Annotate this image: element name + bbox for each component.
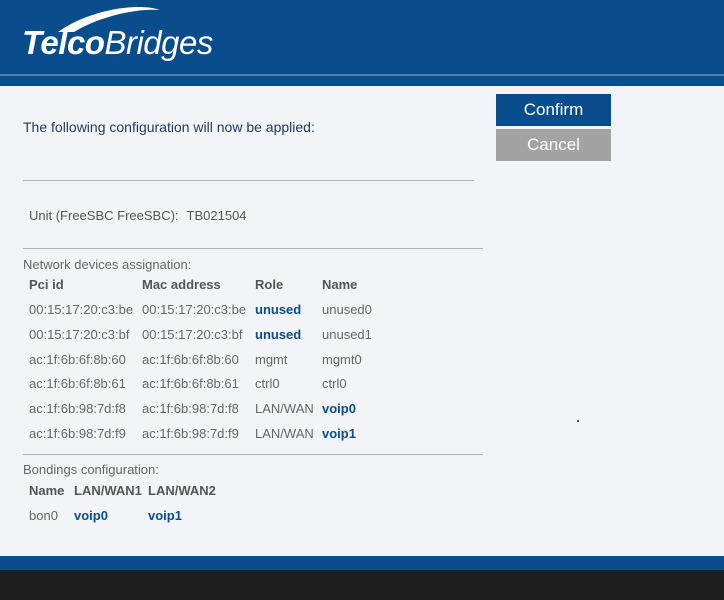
table-cell-name: unused0: [322, 302, 372, 317]
decorative-dot: [577, 420, 579, 422]
table-cell-name: mgmt0: [322, 352, 362, 367]
table-cell-lan-wan1: voip0: [74, 508, 108, 523]
unit-value: TB021504: [186, 208, 247, 223]
table-cell-mac: ac:1f:6b:98:7d:f9: [142, 426, 239, 441]
table-cell-name: voip1: [322, 426, 356, 441]
column-header-bond-name: Name: [29, 483, 65, 498]
table-cell-mac: 00:15:17:20:c3:bf: [142, 327, 243, 342]
column-header-role: Role: [255, 277, 284, 292]
table-cell-role: LAN/WAN: [255, 426, 314, 441]
table-cell-mac: ac:1f:6b:6f:8b:60: [142, 352, 239, 367]
intro-text: The following configuration will now be …: [23, 119, 315, 135]
table-cell-mac: 00:15:17:20:c3:be: [142, 302, 247, 317]
table-cell-pci: ac:1f:6b:98:7d:f9: [29, 426, 126, 441]
confirm-button[interactable]: Confirm: [496, 94, 611, 126]
column-header-name: Name: [322, 277, 358, 292]
table-cell-bond-name: bon0: [29, 508, 58, 523]
logo-wordmark: TelcoBridges: [22, 24, 213, 62]
table-cell-role: unused: [255, 302, 302, 317]
table-cell-pci: 00:15:17:20:c3:bf: [29, 327, 130, 342]
table-cell-role: LAN/WAN: [255, 401, 314, 416]
network-section-title: Network devices assignation:: [23, 257, 192, 272]
table-cell-name: voip0: [322, 401, 356, 416]
footer-band: [0, 556, 724, 570]
bondings-section-title: Bondings configuration:: [23, 462, 159, 477]
table-cell-lan-wan2: voip1: [148, 508, 182, 523]
column-header-mac-address: Mac address: [142, 277, 221, 292]
logo-word-bridges: Bridges: [104, 24, 213, 61]
table-cell-name: ctrl0: [322, 376, 347, 391]
divider: [23, 180, 474, 181]
cancel-button[interactable]: Cancel: [496, 129, 611, 161]
table-cell-role: mgmt: [255, 352, 288, 367]
unit-info: Unit (FreeSBC FreeSBC): TB021504: [29, 208, 247, 223]
column-header-lan-wan1: LAN/WAN1: [74, 483, 142, 498]
table-cell-role: ctrl0: [255, 376, 280, 391]
table-cell-pci: ac:1f:6b:6f:8b:60: [29, 352, 126, 367]
logo-word-telco: Telco: [22, 24, 105, 61]
table-cell-role: unused: [255, 327, 302, 342]
divider: [23, 454, 483, 455]
column-header-lan-wan2: LAN/WAN2: [148, 483, 216, 498]
divider: [23, 248, 483, 249]
footer-bar: [0, 570, 724, 600]
column-header-pci-id: Pci id: [29, 277, 64, 292]
table-cell-pci: ac:1f:6b:6f:8b:61: [29, 376, 126, 391]
header-divider: [0, 74, 724, 76]
table-cell-mac: ac:1f:6b:98:7d:f8: [142, 401, 239, 416]
table-cell-name: unused1: [322, 327, 372, 342]
table-cell-pci: ac:1f:6b:98:7d:f8: [29, 401, 126, 416]
table-cell-mac: ac:1f:6b:6f:8b:61: [142, 376, 239, 391]
unit-label: Unit (FreeSBC FreeSBC):: [29, 208, 179, 223]
table-cell-pci: 00:15:17:20:c3:be: [29, 302, 134, 317]
